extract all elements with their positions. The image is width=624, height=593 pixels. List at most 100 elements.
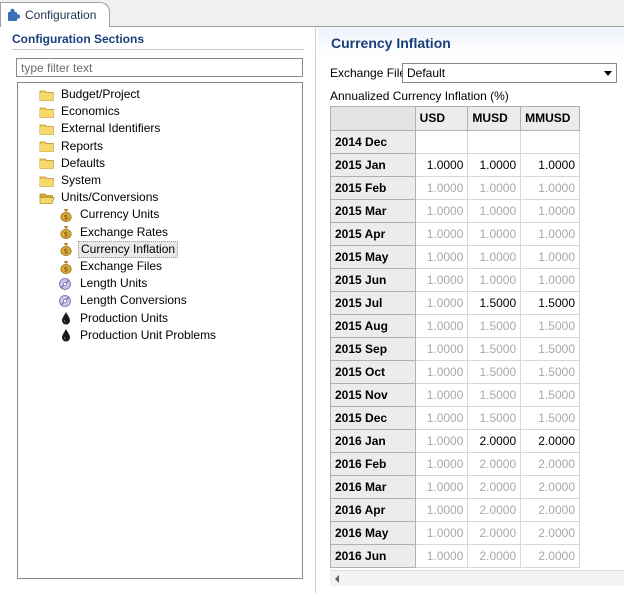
table-cell[interactable]: 2.0000 (520, 498, 580, 522)
table-row: 2016 Apr 1.0000 2.0000 2.0000 (331, 498, 580, 522)
tree-item[interactable]: Units/Conversions (39, 189, 160, 206)
grid-corner (331, 107, 416, 131)
tree-item[interactable]: Budget/Project (39, 86, 142, 103)
tree-item-label: Economics (61, 104, 120, 119)
tree-item[interactable]: Length Conversions (58, 292, 189, 309)
tree-item[interactable]: Production Unit Problems (58, 327, 218, 344)
scroll-left-icon[interactable] (335, 575, 339, 583)
table-cell[interactable]: 1.0000 (415, 245, 469, 269)
ruler-icon (58, 294, 74, 308)
row-header: 2015 Nov (331, 383, 416, 407)
table-cell[interactable]: 1.5000 (467, 360, 522, 384)
table-cell[interactable]: 2.0000 (467, 429, 522, 453)
table-cell[interactable]: 2.0000 (467, 498, 522, 522)
table-cell[interactable]: 2.0000 (520, 452, 580, 476)
folder-icon (39, 105, 55, 119)
svg-text:$: $ (64, 213, 68, 221)
table-cell[interactable]: 1.5000 (520, 291, 580, 315)
table-cell[interactable]: 1.0000 (415, 429, 469, 453)
tree-item[interactable]: Defaults (39, 155, 107, 172)
table-cell[interactable]: 1.0000 (415, 291, 469, 315)
table-cell[interactable]: 1.0000 (520, 176, 580, 200)
table-cell[interactable] (415, 130, 469, 154)
table-row: 2015 Nov 1.0000 1.5000 1.5000 (331, 383, 580, 407)
money-bag-icon: $ (58, 242, 74, 257)
filter-input[interactable] (16, 58, 303, 77)
table-cell[interactable]: 1.5000 (520, 406, 580, 430)
tree-item[interactable]: Production Units (58, 310, 170, 327)
table-cell[interactable]: 1.0000 (520, 268, 580, 292)
table-cell[interactable]: 2.0000 (520, 521, 580, 545)
table-cell[interactable]: 2.0000 (467, 475, 522, 499)
tree-item[interactable]: External Identifiers (39, 120, 162, 137)
table-cell[interactable]: 1.0000 (415, 268, 469, 292)
tree-item[interactable]: $ Currency Units (58, 206, 161, 223)
table-cell[interactable]: 1.0000 (415, 521, 469, 545)
column-header[interactable]: USD (415, 107, 469, 131)
column-header[interactable]: MUSD (467, 107, 522, 131)
table-cell[interactable]: 1.0000 (520, 245, 580, 269)
table-cell[interactable]: 1.5000 (520, 314, 580, 338)
table-cell[interactable]: 1.0000 (415, 383, 469, 407)
table-cell[interactable]: 2.0000 (467, 544, 522, 568)
tree-item-label: Budget/Project (61, 87, 140, 101)
table-cell[interactable]: 1.0000 (415, 475, 469, 499)
table-cell[interactable]: 1.0000 (467, 176, 522, 200)
table-cell[interactable]: 1.0000 (415, 498, 469, 522)
annualized-label: Annualized Currency Inflation (%) (330, 89, 509, 103)
currency-inflation-panel: Currency Inflation Exchange File Default… (318, 27, 624, 593)
tree-item[interactable]: Economics (39, 103, 122, 120)
tree-item-label: Currency Units (80, 207, 160, 222)
table-cell[interactable]: 1.0000 (467, 199, 522, 223)
table-cell[interactable]: 1.0000 (520, 153, 580, 177)
table-cell[interactable]: 2.0000 (520, 544, 580, 568)
row-header: 2015 Sep (331, 337, 416, 361)
table-cell[interactable]: 1.0000 (520, 199, 580, 223)
table-cell[interactable]: 1.0000 (415, 153, 469, 177)
table-cell[interactable]: 1.0000 (415, 222, 469, 246)
table-row: 2015 Jun 1.0000 1.0000 1.0000 (331, 268, 580, 292)
table-cell[interactable]: 1.0000 (415, 199, 469, 223)
table-cell[interactable]: 1.5000 (467, 406, 522, 430)
table-cell[interactable]: 1.0000 (467, 153, 522, 177)
tree-item[interactable]: $ Currency Inflation (58, 240, 179, 258)
tree-item[interactable]: System (39, 172, 103, 189)
table-cell[interactable]: 1.0000 (415, 314, 469, 338)
table-row: 2014 Dec (331, 130, 580, 154)
exchange-file-select[interactable]: Default (402, 63, 617, 83)
exchange-file-label: Exchange File (330, 66, 407, 80)
horizontal-scrollbar[interactable] (330, 570, 624, 586)
tree-item[interactable]: $ Exchange Rates (58, 224, 170, 241)
table-cell[interactable]: 1.0000 (520, 222, 580, 246)
table-cell[interactable]: 1.0000 (415, 452, 469, 476)
tree-item[interactable]: $ Exchange Files (58, 258, 164, 275)
table-cell[interactable]: 1.0000 (415, 360, 469, 384)
table-cell[interactable]: 1.5000 (467, 337, 522, 361)
table-cell[interactable]: 1.0000 (415, 176, 469, 200)
chevron-down-icon (604, 71, 612, 76)
table-cell[interactable]: 2.0000 (520, 475, 580, 499)
table-cell[interactable]: 1.0000 (467, 245, 522, 269)
tree-item[interactable]: Reports (39, 138, 105, 155)
table-cell[interactable]: 1.5000 (467, 314, 522, 338)
column-header[interactable]: MMUSD (520, 107, 580, 131)
table-cell[interactable]: 1.5000 (520, 360, 580, 384)
table-cell[interactable]: 1.5000 (467, 383, 522, 407)
table-cell[interactable]: 1.0000 (415, 337, 469, 361)
tree-item[interactable]: Length Units (58, 275, 149, 292)
table-cell[interactable]: 1.0000 (415, 544, 469, 568)
oil-drop-icon (58, 311, 74, 325)
table-cell[interactable] (520, 130, 580, 154)
table-cell[interactable]: 2.0000 (520, 429, 580, 453)
table-cell[interactable]: 1.5000 (520, 383, 580, 407)
table-cell[interactable]: 1.0000 (467, 222, 522, 246)
table-cell[interactable]: 2.0000 (467, 452, 522, 476)
table-cell[interactable]: 1.0000 (467, 268, 522, 292)
table-cell[interactable]: 1.5000 (520, 337, 580, 361)
money-bag-icon: $ (58, 208, 74, 222)
table-cell[interactable]: 2.0000 (467, 521, 522, 545)
table-cell[interactable]: 1.5000 (467, 291, 522, 315)
table-cell[interactable]: 1.0000 (415, 406, 469, 430)
table-cell[interactable] (467, 130, 522, 154)
configuration-tab[interactable]: Configuration (0, 2, 110, 27)
